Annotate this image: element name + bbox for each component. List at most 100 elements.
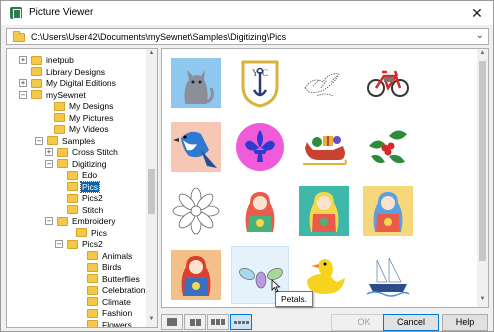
thumbnail-matryoshka-4[interactable] — [167, 246, 225, 304]
view-mode-buttons — [161, 314, 253, 330]
chevron-down-icon[interactable]: ⌄ — [476, 30, 484, 41]
tree-item[interactable]: Animals — [87, 250, 133, 262]
view-small-icon[interactable] — [207, 314, 229, 330]
collapse-icon[interactable]: − — [55, 240, 63, 248]
tree-item[interactable]: − Pics2 — [55, 238, 104, 250]
thumbnail-ship[interactable] — [359, 246, 417, 304]
path-text: C:\Users\User42\Documents\mySewnet\Sampl… — [31, 32, 287, 42]
folder-tree[interactable]: + inetpub Library Designs + My Digital Editi… — [6, 48, 158, 328]
tree-item[interactable]: Birds — [87, 261, 122, 273]
thumbnail-bicycle[interactable] — [359, 54, 417, 112]
grid-scrollbar[interactable]: ▲ ▼ — [477, 49, 488, 307]
folder-icon — [54, 113, 65, 122]
folder-icon — [87, 297, 98, 306]
tree-item[interactable]: − Digitizing — [45, 158, 108, 170]
tree-item-label: Pics — [79, 180, 101, 193]
tree-item-label: Birds — [102, 262, 122, 272]
close-button[interactable]: ✕ — [467, 4, 487, 22]
help-button[interactable]: Help — [442, 314, 488, 331]
tree-item[interactable]: Celebration — [87, 284, 146, 296]
thumbnail-lace-birds[interactable] — [295, 54, 353, 112]
grid-scrollbar-thumb[interactable] — [479, 61, 486, 261]
folder-icon — [87, 320, 98, 327]
tree-item[interactable]: Stitch — [67, 204, 104, 216]
folder-icon — [47, 136, 58, 145]
thumbnail-flower-outline[interactable] — [167, 182, 225, 240]
tree-item[interactable]: My Pictures — [54, 112, 114, 124]
view-tiny-icon[interactable] — [230, 314, 252, 330]
thumbnail-cat[interactable] — [167, 54, 225, 112]
lace-birds-image — [304, 73, 340, 97]
tree-item[interactable]: Pics2 — [67, 192, 104, 204]
tree-item[interactable]: − mySewnet — [19, 89, 87, 101]
thumbnail-grid[interactable]: YC ▲ ▼ — [161, 48, 489, 308]
tree-item-label: Butterflies — [102, 273, 140, 284]
tree-item-label: Library Designs — [46, 66, 106, 77]
view-large-icon[interactable] — [161, 314, 183, 330]
window-title: Picture Viewer — [29, 7, 94, 18]
tree-scrollbar-thumb[interactable] — [148, 169, 155, 214]
tree-item-label: My Pictures — [69, 112, 114, 123]
collapse-icon[interactable]: − — [45, 159, 53, 168]
tree-item-label: Cross Stitch — [72, 147, 118, 157]
tree-item[interactable]: + inetpub — [19, 54, 75, 66]
tree-item[interactable]: Library Designs — [31, 66, 106, 78]
expand-icon[interactable]: + — [45, 148, 53, 156]
tree-item[interactable]: Climate — [87, 296, 132, 308]
view-medium-icon[interactable] — [184, 314, 206, 330]
tree-item[interactable]: Pics — [76, 227, 108, 239]
tree-item-label: Digitizing — [72, 158, 107, 169]
tree-item[interactable]: Fashion — [87, 307, 133, 319]
tree-item-label: Celebration — [102, 285, 146, 295]
thumbnail-crest[interactable]: YC — [231, 54, 289, 112]
scroll-down-arrow-icon[interactable]: ▼ — [146, 316, 157, 326]
collapse-icon[interactable]: − — [35, 136, 43, 145]
expand-icon[interactable]: + — [19, 79, 27, 87]
matryoshka-4-image — [171, 250, 221, 300]
folder-icon — [13, 31, 25, 42]
thumbnail-holly[interactable] — [359, 118, 417, 176]
tree-item[interactable]: − Samples — [35, 135, 96, 147]
tree-item[interactable]: + My Digital Editions — [19, 77, 117, 89]
thumbnail-matryoshka-1[interactable] — [231, 182, 289, 240]
cat-image — [171, 58, 221, 108]
tree-item-label: Fashion — [102, 308, 133, 318]
tree-item[interactable]: My Videos — [54, 123, 110, 135]
tree-item-label: Pics2 — [82, 193, 103, 203]
thumbnail-matryoshka-2[interactable] — [295, 182, 353, 240]
expand-icon[interactable]: + — [19, 56, 27, 64]
tree-item[interactable]: Edo — [67, 169, 98, 181]
scroll-down-arrow-icon[interactable]: ▼ — [477, 296, 488, 306]
blue-jay-image — [171, 122, 221, 172]
tree-item[interactable]: Pics — [67, 180, 101, 193]
folder-icon — [76, 228, 87, 237]
scroll-up-arrow-icon[interactable]: ▲ — [146, 50, 157, 60]
tree-item[interactable]: Flowers — [87, 319, 133, 327]
sleigh-image — [303, 136, 347, 165]
folder-icon — [67, 170, 78, 180]
cancel-button[interactable]: Cancel — [383, 314, 439, 331]
thumbnail-blue-jay[interactable] — [167, 118, 225, 176]
matryoshka-2-image — [299, 186, 349, 236]
folder-icon — [31, 90, 42, 99]
collapse-icon[interactable]: − — [45, 217, 53, 225]
path-combobox[interactable]: C:\Users\User42\Documents\mySewnet\Sampl… — [6, 28, 489, 45]
tree-item-label: Climate — [102, 296, 131, 307]
folder-icon — [31, 67, 42, 76]
scroll-up-arrow-icon[interactable]: ▲ — [477, 50, 488, 60]
tree-item[interactable]: + Cross Stitch — [45, 146, 119, 158]
tree-scrollbar[interactable]: ▲ ▼ — [146, 49, 157, 327]
thumbnail-matryoshka-3[interactable] — [359, 182, 417, 240]
thumbnail-fleur-de-lis[interactable] — [231, 118, 289, 176]
bicycle-image — [367, 70, 409, 97]
collapse-icon[interactable]: − — [19, 90, 27, 99]
tree-item-label: My Digital Editions — [46, 78, 116, 88]
tree-item-label: Animals — [102, 250, 133, 261]
tree-item-label: inetpub — [46, 55, 74, 65]
tree-item[interactable]: Butterflies — [87, 273, 141, 285]
tree-item[interactable]: − Embroidery — [45, 215, 116, 227]
tree-item-label: Pics2 — [82, 239, 103, 249]
tree-item-label: mySewnet — [46, 89, 86, 100]
thumbnail-sleigh[interactable] — [295, 118, 353, 176]
tree-item[interactable]: My Designs — [54, 100, 114, 112]
